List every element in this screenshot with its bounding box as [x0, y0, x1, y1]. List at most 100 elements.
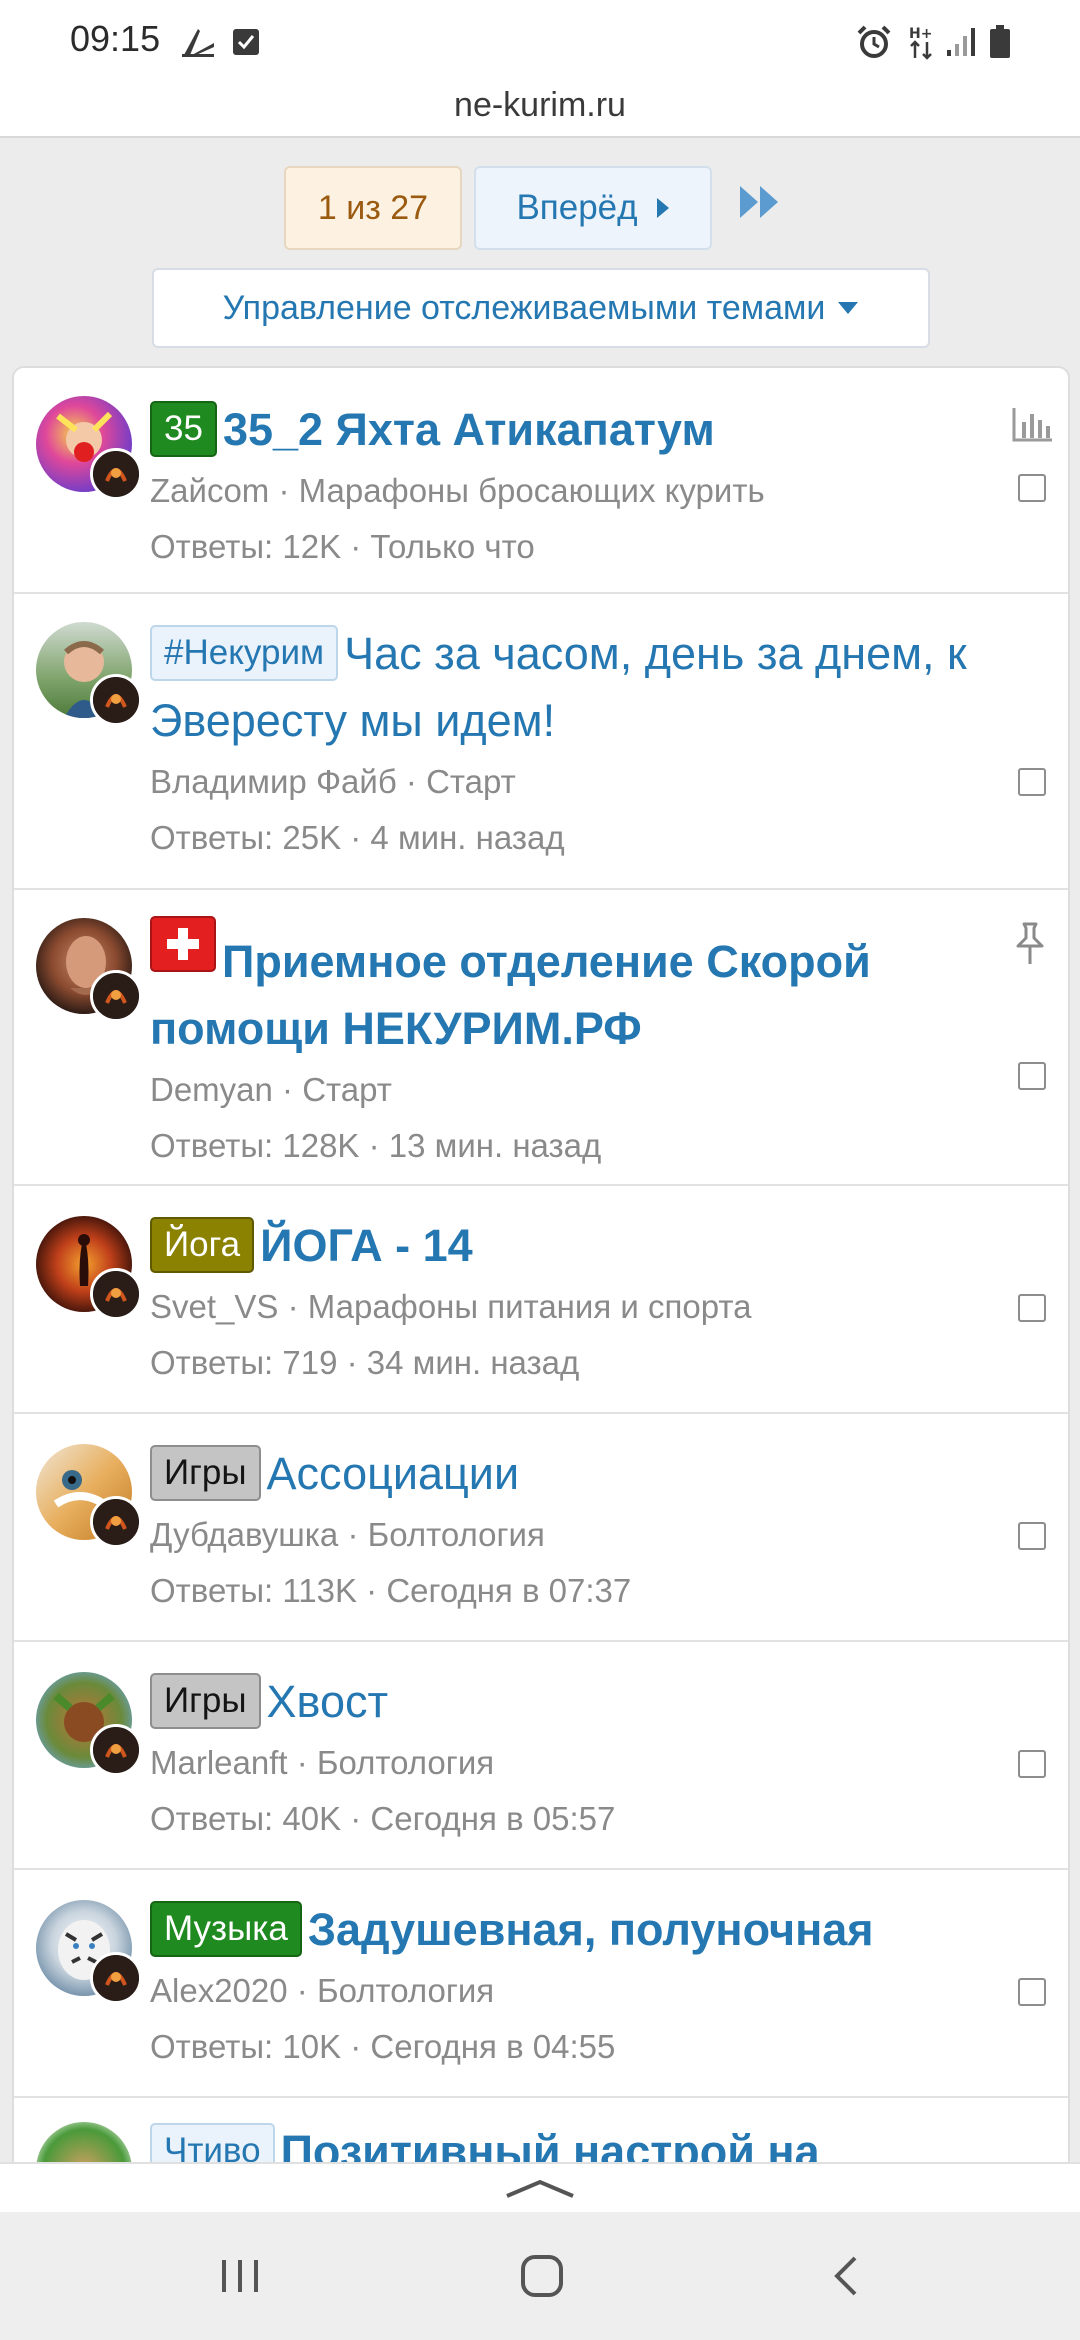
- thread-last-activity[interactable]: 13 мин. назад: [389, 1127, 602, 1164]
- thread-author[interactable]: Владимир Файб: [150, 763, 397, 800]
- thread-title-line[interactable]: 35 35_2 Яхта Атикапатум: [150, 396, 988, 463]
- thread-row[interactable]: #Некурим Час за часом, день за днем, к Эв…: [14, 596, 1068, 890]
- thread-row[interactable]: Игры Ассоциации Дубдавушка · Болтология О…: [14, 1416, 1068, 1642]
- next-page-button[interactable]: Вперёд: [474, 166, 712, 250]
- thread-author[interactable]: Demyan: [150, 1071, 273, 1108]
- user-avatar[interactable]: [36, 2122, 132, 2164]
- last-poster-avatar[interactable]: [90, 674, 142, 726]
- thread-forum[interactable]: Марафоны питания и спорта: [308, 1288, 752, 1325]
- thread-author[interactable]: Svet_VS: [150, 1288, 278, 1325]
- thread-meta: Владимир Файб · Старт: [150, 763, 516, 800]
- checkbox-notification-icon: [226, 22, 266, 62]
- thread-forum[interactable]: Болтология: [368, 1516, 545, 1553]
- thread-prefix-tag[interactable]: #Некурим: [150, 625, 339, 681]
- thread-row[interactable]: Приемное отделение Скорой помощи НЕКУРИМ…: [14, 892, 1068, 1186]
- thread-title[interactable]: ЙОГА - 14: [260, 1220, 473, 1271]
- thread-select-checkbox[interactable]: [1018, 768, 1046, 796]
- last-poster-avatar[interactable]: [90, 448, 142, 500]
- thread-prefix-tag[interactable]: Йога: [150, 1217, 255, 1273]
- thread-title-line[interactable]: #Некурим Час за часом, день за днем, к Эв…: [150, 620, 988, 754]
- system-navigation-bar: [0, 2212, 1080, 2340]
- thread-stats: Ответы: 113K · Сегодня в 07:37: [150, 1572, 632, 1609]
- back-button[interactable]: [816, 2246, 876, 2306]
- thread-forum[interactable]: Марафоны бросающих курить: [299, 472, 765, 509]
- thread-title-line[interactable]: Приемное отделение Скорой помощи НЕКУРИМ…: [150, 916, 988, 1062]
- double-arrow-right-icon: [740, 186, 778, 218]
- thread-last-activity[interactable]: Сегодня в 07:37: [386, 1572, 631, 1609]
- thread-prefix-tag[interactable]: Музыка: [150, 1901, 302, 1957]
- last-poster-avatar[interactable]: [90, 1952, 142, 2004]
- last-page-button[interactable]: [738, 184, 786, 232]
- pagination: 1 из 27 Вперёд: [0, 166, 1080, 250]
- thread-last-activity[interactable]: Сегодня в 05:57: [370, 1800, 615, 1837]
- browser-url-bar[interactable]: ne-kurim.ru: [0, 84, 1080, 138]
- thread-content: Игры Ассоциации Дубдавушка · Болтология О…: [150, 1440, 988, 1619]
- thread-row[interactable]: Музыка Задушевная, полуночная Alex2020 · …: [14, 1872, 1068, 2098]
- thread-title[interactable]: Хвост: [267, 1676, 389, 1727]
- last-poster-avatar[interactable]: [90, 970, 142, 1022]
- thread-replies: Ответы: 10K: [150, 2028, 342, 2065]
- thread-prefix-tag[interactable]: Игры: [150, 1673, 261, 1729]
- thread-author[interactable]: Alex2020: [150, 1972, 288, 2009]
- thread-row[interactable]: 35 35_2 Яхта Атикапатум Zaйcom · Марафоны…: [14, 368, 1068, 594]
- status-bar: 09:15 H+: [0, 0, 1080, 84]
- app-notification-icon: [178, 22, 218, 62]
- recent-apps-icon: [222, 2260, 258, 2292]
- thread-meta: Svet_VS · Марафоны питания и спорта: [150, 1288, 752, 1325]
- thread-prefix-tag[interactable]: 35: [150, 401, 217, 457]
- thread-last-activity[interactable]: Только что: [370, 528, 534, 565]
- thread-content: 35 35_2 Яхта Атикапатум Zaйcom · Марафоны…: [150, 396, 988, 575]
- svg-text:H+: H+: [909, 26, 932, 42]
- thread-forum[interactable]: Болтология: [317, 1972, 494, 2009]
- last-poster-avatar[interactable]: [90, 1496, 142, 1548]
- url-text: ne-kurim.ru: [454, 86, 626, 124]
- home-button[interactable]: [512, 2246, 572, 2306]
- last-poster-avatar[interactable]: [90, 1268, 142, 1320]
- manage-watched-threads-button[interactable]: Управление отслеживаемыми темами: [152, 268, 930, 348]
- current-page-indicator[interactable]: 1 из 27: [284, 166, 462, 250]
- thread-title-line[interactable]: Чтиво Позитивный настрой на: [150, 2118, 988, 2164]
- next-page-label: Вперёд: [516, 188, 638, 227]
- thread-replies: Ответы: 128K: [150, 1127, 360, 1164]
- recent-apps-button[interactable]: [210, 2246, 270, 2306]
- thread-content: Приемное отделение Скорой помощи НЕКУРИМ…: [150, 916, 988, 1174]
- thread-author[interactable]: Marleanft: [150, 1744, 288, 1781]
- thread-title[interactable]: Ассоциации: [267, 1448, 520, 1499]
- thread-title-line[interactable]: Йога ЙОГА - 14: [150, 1212, 988, 1279]
- thread-select-checkbox[interactable]: [1018, 1062, 1046, 1090]
- thread-forum[interactable]: Старт: [426, 763, 516, 800]
- status-time: 09:15: [70, 18, 161, 59]
- thread-prefix-tag[interactable]: [150, 916, 216, 972]
- thread-row[interactable]: Игры Хвост Marleanft · Болтология Ответы:…: [14, 1644, 1068, 1870]
- thread-select-checkbox[interactable]: [1018, 1294, 1046, 1322]
- last-poster-avatar[interactable]: [90, 1724, 142, 1776]
- thread-row[interactable]: Йога ЙОГА - 14 Svet_VS · Марафоны питания…: [14, 1188, 1068, 1414]
- thread-stats: Ответы: 128K · 13 мин. назад: [150, 1127, 602, 1164]
- current-page-label: 1 из 27: [317, 188, 429, 227]
- thread-select-checkbox[interactable]: [1018, 1750, 1046, 1778]
- thread-author[interactable]: Zaйcom: [150, 472, 269, 509]
- thread-title-line[interactable]: Игры Ассоциации: [150, 1440, 988, 1507]
- thread-last-activity[interactable]: Сегодня в 04:55: [370, 2028, 615, 2065]
- thread-forum[interactable]: Болтология: [317, 1744, 494, 1781]
- thread-title[interactable]: Задушевная, полуночная: [308, 1904, 874, 1955]
- thread-row[interactable]: Чтиво Позитивный настрой на: [14, 2100, 1068, 2164]
- thread-title-line[interactable]: Игры Хвост: [150, 1668, 988, 1735]
- thread-title[interactable]: Приемное отделение Скорой помощи НЕКУРИМ…: [150, 936, 871, 1054]
- thread-select-checkbox[interactable]: [1018, 1978, 1046, 2006]
- thread-author[interactable]: Дубдавушка: [150, 1516, 338, 1553]
- thread-last-activity[interactable]: 34 мин. назад: [367, 1344, 580, 1381]
- thread-title[interactable]: Позитивный настрой на: [281, 2126, 820, 2164]
- thread-meta: Дубдавушка · Болтология: [150, 1516, 545, 1553]
- thread-prefix-tag[interactable]: Игры: [150, 1445, 261, 1501]
- first-aid-cross-icon: [167, 928, 199, 960]
- thread-last-activity[interactable]: 4 мин. назад: [370, 819, 564, 856]
- thread-select-checkbox[interactable]: [1018, 1522, 1046, 1550]
- thread-select-checkbox[interactable]: [1018, 474, 1046, 502]
- thread-title-line[interactable]: Музыка Задушевная, полуночная: [150, 1896, 988, 1963]
- chevron-up-icon: [506, 2179, 574, 2198]
- scroll-to-top-bar[interactable]: [0, 2162, 1080, 2212]
- thread-forum[interactable]: Старт: [302, 1071, 392, 1108]
- thread-prefix-tag[interactable]: Чтиво: [150, 2123, 275, 2164]
- thread-title[interactable]: 35_2 Яхта Атикапатум: [223, 404, 715, 455]
